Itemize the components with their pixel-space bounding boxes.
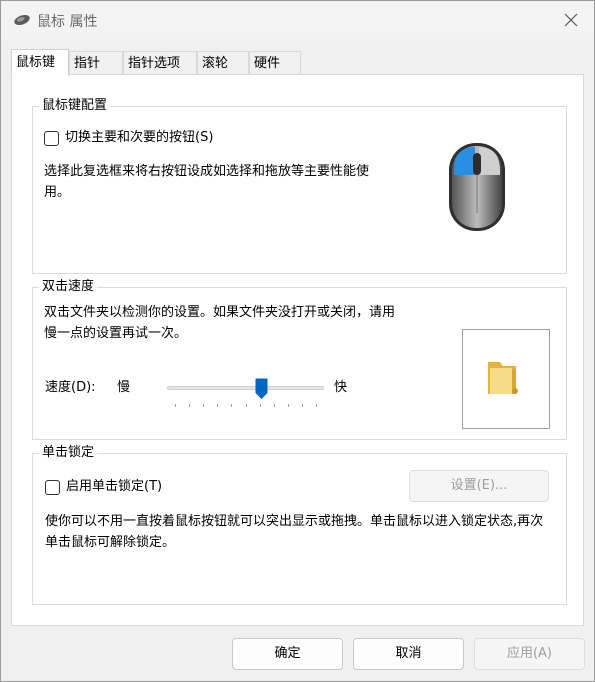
slider-tick xyxy=(203,404,205,407)
double-click-title: 双击速度 xyxy=(39,279,98,295)
switch-buttons-checkbox[interactable] xyxy=(44,130,59,146)
ok-button[interactable]: 确定 xyxy=(232,638,343,670)
fast-label: 快 xyxy=(334,380,348,395)
window-title: 鼠标 属性 xyxy=(37,14,98,30)
speed-slider-thumb[interactable] xyxy=(255,378,268,400)
tab-hardware[interactable]: 硬件 xyxy=(249,51,301,74)
slider-tick xyxy=(259,404,261,407)
click-lock-checkbox[interactable] xyxy=(45,479,60,495)
slider-tick xyxy=(245,404,247,407)
speed-slider-track[interactable] xyxy=(167,386,324,390)
click-lock-group: 单击锁定 启用单击锁定(T) 设置(E)... 使你可以不用一直按着鼠标按钮就可… xyxy=(32,445,567,605)
test-folder-area[interactable] xyxy=(462,329,550,429)
double-click-description: 双击文件夹以检测你的设置。如果文件夹没打开或关闭，请用慢一点的设置再试一次。 xyxy=(44,305,396,341)
close-button[interactable] xyxy=(548,1,594,39)
folder-icon xyxy=(488,362,518,394)
slider-tick xyxy=(175,404,176,407)
click-lock-title: 单击锁定 xyxy=(39,445,98,461)
close-icon xyxy=(564,13,578,27)
button-config-description: 选择此复选框来将右按钮设成如选择和拖放等主要性能使用。 xyxy=(44,164,370,200)
mouse-properties-window: 鼠标 属性 鼠标键 指针 指针选项 滚轮 硬件 鼠标键配置 切换主要和次要的按钮… xyxy=(0,0,595,682)
double-click-group: 双击速度 双击文件夹以检测你的设置。如果文件夹没打开或关闭，请用慢一点的设置再试… xyxy=(32,279,567,440)
button-config-group: 鼠标键配置 切换主要和次要的按钮(S) 选择此复选框来将右按钮设成如选择和拖放等… xyxy=(32,98,567,274)
slider-tick xyxy=(273,404,275,407)
tab-mouse-buttons[interactable]: 鼠标键 xyxy=(11,49,69,76)
slider-thumb-icon xyxy=(255,378,268,399)
slider-tick xyxy=(189,404,191,407)
tab-pointers[interactable]: 指针 xyxy=(69,51,123,74)
tab-pointer-options[interactable]: 指针选项 xyxy=(123,51,197,74)
click-lock-checkbox-row[interactable]: 启用单击锁定(T) xyxy=(45,479,162,495)
click-lock-description: 使你可以不用一直按着鼠标按钮就可以突出显示或拖拽。单击鼠标以进入锁定状态,再次单… xyxy=(45,514,544,550)
mouse-app-icon xyxy=(14,14,30,26)
mouse-preview xyxy=(405,113,551,267)
slow-label: 慢 xyxy=(117,380,131,395)
mouse-illustration-icon xyxy=(449,143,505,231)
click-lock-label: 启用单击锁定(T) xyxy=(66,479,163,494)
switch-buttons-checkbox-row[interactable]: 切换主要和次要的按钮(S) xyxy=(44,130,213,146)
title-bar[interactable]: 鼠标 属性 xyxy=(1,1,594,39)
slider-tick xyxy=(231,404,233,407)
click-lock-settings-button[interactable]: 设置(E)... xyxy=(409,470,549,502)
slider-tick xyxy=(217,404,219,407)
button-config-title: 鼠标键配置 xyxy=(39,98,111,114)
speed-label: 速度(D): xyxy=(45,380,96,395)
tab-wheel[interactable]: 滚轮 xyxy=(197,51,249,74)
cancel-button[interactable]: 取消 xyxy=(353,638,464,670)
apply-button[interactable]: 应用(A) xyxy=(474,638,585,670)
slider-tick xyxy=(301,404,303,407)
slider-tick xyxy=(316,404,317,407)
tab-panel: 鼠标键配置 切换主要和次要的按钮(S) 选择此复选框来将右按钮设成如选择和拖放等… xyxy=(11,74,584,626)
switch-buttons-label: 切换主要和次要的按钮(S) xyxy=(65,130,214,145)
slider-tick xyxy=(287,404,289,407)
